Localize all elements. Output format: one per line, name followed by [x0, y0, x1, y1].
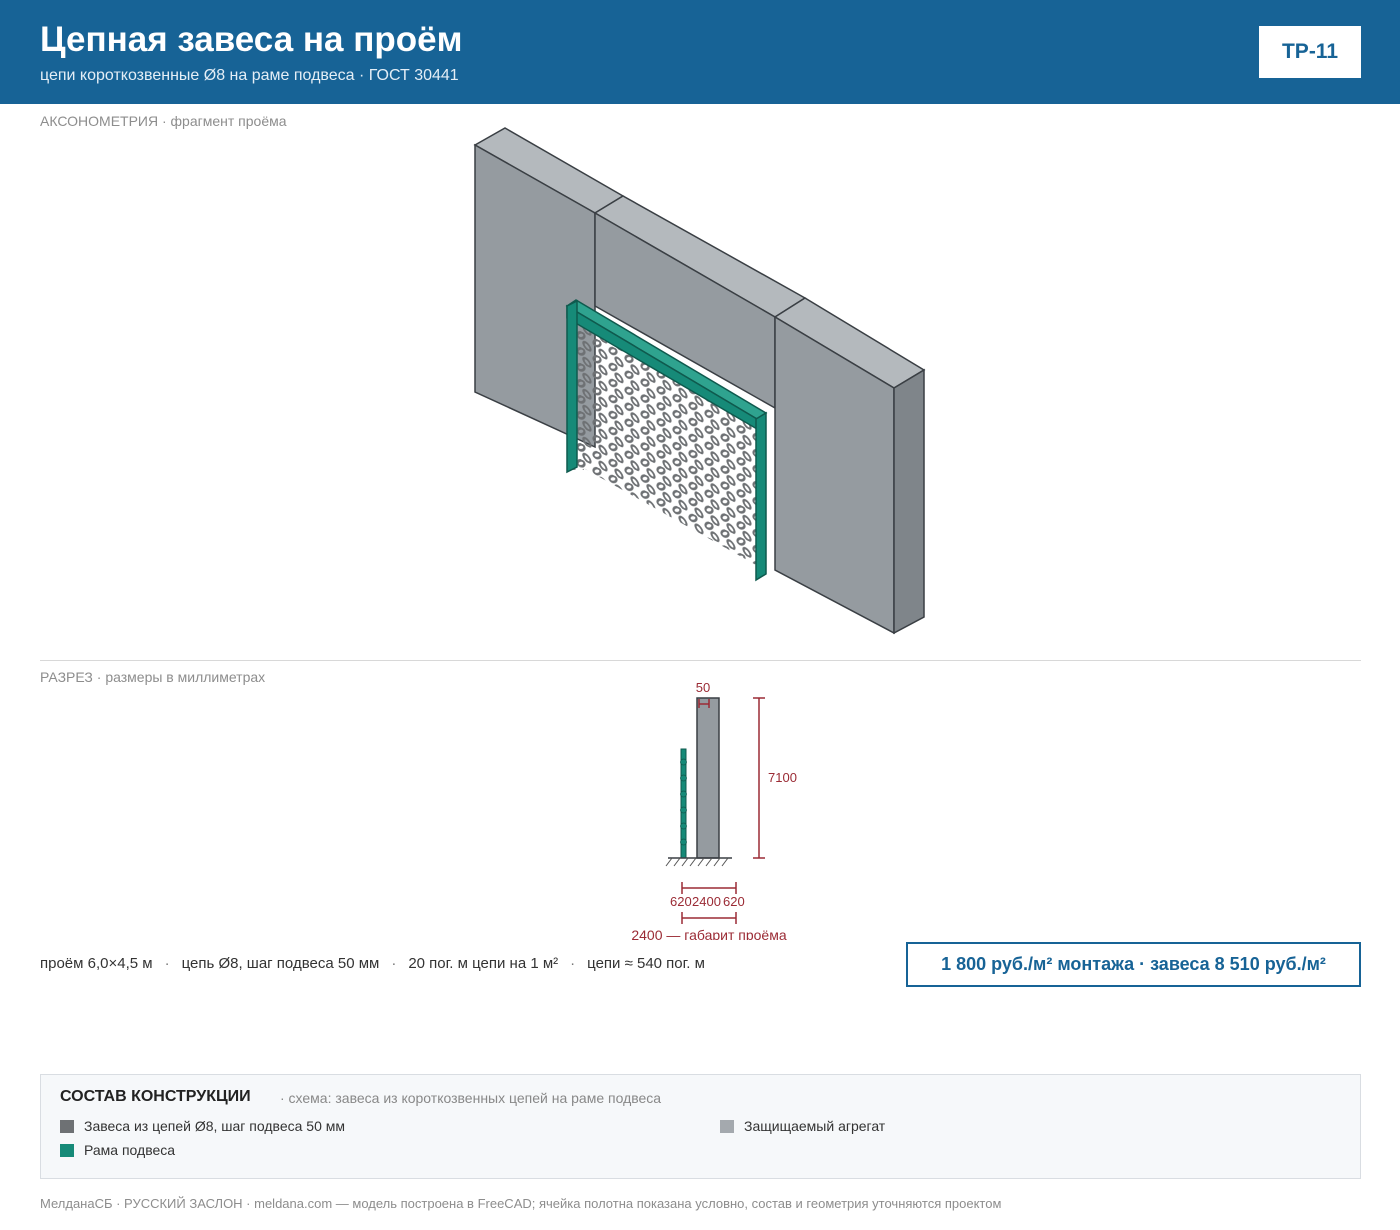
dim-middle: 2400	[692, 894, 721, 909]
drawing-canvas: 50 7100 620 2400 620 2400 — габарит проё…	[473, 127, 926, 940]
legend-item-label: Рама подвеса	[84, 1142, 176, 1158]
legend-note: · схема: завеса из короткозвенных цепей …	[280, 1090, 662, 1106]
legend-item-label: Защищаемый агрегат	[744, 1118, 886, 1134]
legend-item-protected-unit: Защищаемый агрегат	[720, 1118, 885, 1134]
section-ground-hatch	[665, 857, 729, 867]
footer-note: МелданаСБ · РУССКИЙ ЗАСЛОН · meldana.com…	[40, 1196, 1002, 1211]
axonometric-view	[473, 127, 926, 635]
legend-swatch	[60, 1119, 74, 1133]
dim-total-opening: 2400 — габарит проёма	[631, 927, 786, 940]
legend-swatch	[720, 1119, 734, 1133]
wall-right-side	[893, 368, 925, 635]
fact-separator: ·	[570, 955, 576, 972]
dimension-lines	[681, 697, 765, 924]
legend-item-chain-curtain: Завеса из цепей Ø8, шаг подвеса 50 мм	[60, 1118, 345, 1134]
dim-height: 7100	[768, 770, 797, 785]
section-wall	[696, 697, 720, 859]
price-box: 1 800 руб./м² монтажа · завеса 8 510 руб…	[906, 942, 1361, 987]
legend-title: СОСТАВ КОНСТРУКЦИИ	[60, 1088, 251, 1105]
dim-top-width: 50	[696, 680, 710, 695]
frame-right-post	[755, 411, 767, 582]
facts-row: проём 6,0×4,5 м · цепь Ø8, шаг подвеса 5…	[40, 955, 705, 972]
frame-left-post	[566, 299, 578, 474]
section-view: 50 7100 620 2400 620 2400 — габарит проё…	[631, 680, 797, 940]
legend-item-label: Завеса из цепей Ø8, шаг подвеса 50 мм	[84, 1118, 345, 1134]
legend-item-frame: Рама подвеса	[60, 1142, 175, 1158]
fact-chain: цепь Ø8, шаг подвеса 50 мм	[181, 955, 380, 972]
fact-density: 20 пог. м цепи на 1 м²	[408, 955, 559, 972]
dim-right-offset: 620	[723, 894, 745, 909]
fact-total-chain: цепи ≈ 540 пог. м	[587, 955, 705, 972]
dim-left-offset: 620	[670, 894, 692, 909]
fact-opening: проём 6,0×4,5 м	[40, 955, 153, 972]
legend-swatch	[60, 1143, 74, 1157]
fact-separator: ·	[391, 955, 397, 972]
fact-separator: ·	[164, 955, 170, 972]
legend-panel: СОСТАВ КОНСТРУКЦИИ · схема: завеса из ко…	[40, 1074, 1361, 1179]
